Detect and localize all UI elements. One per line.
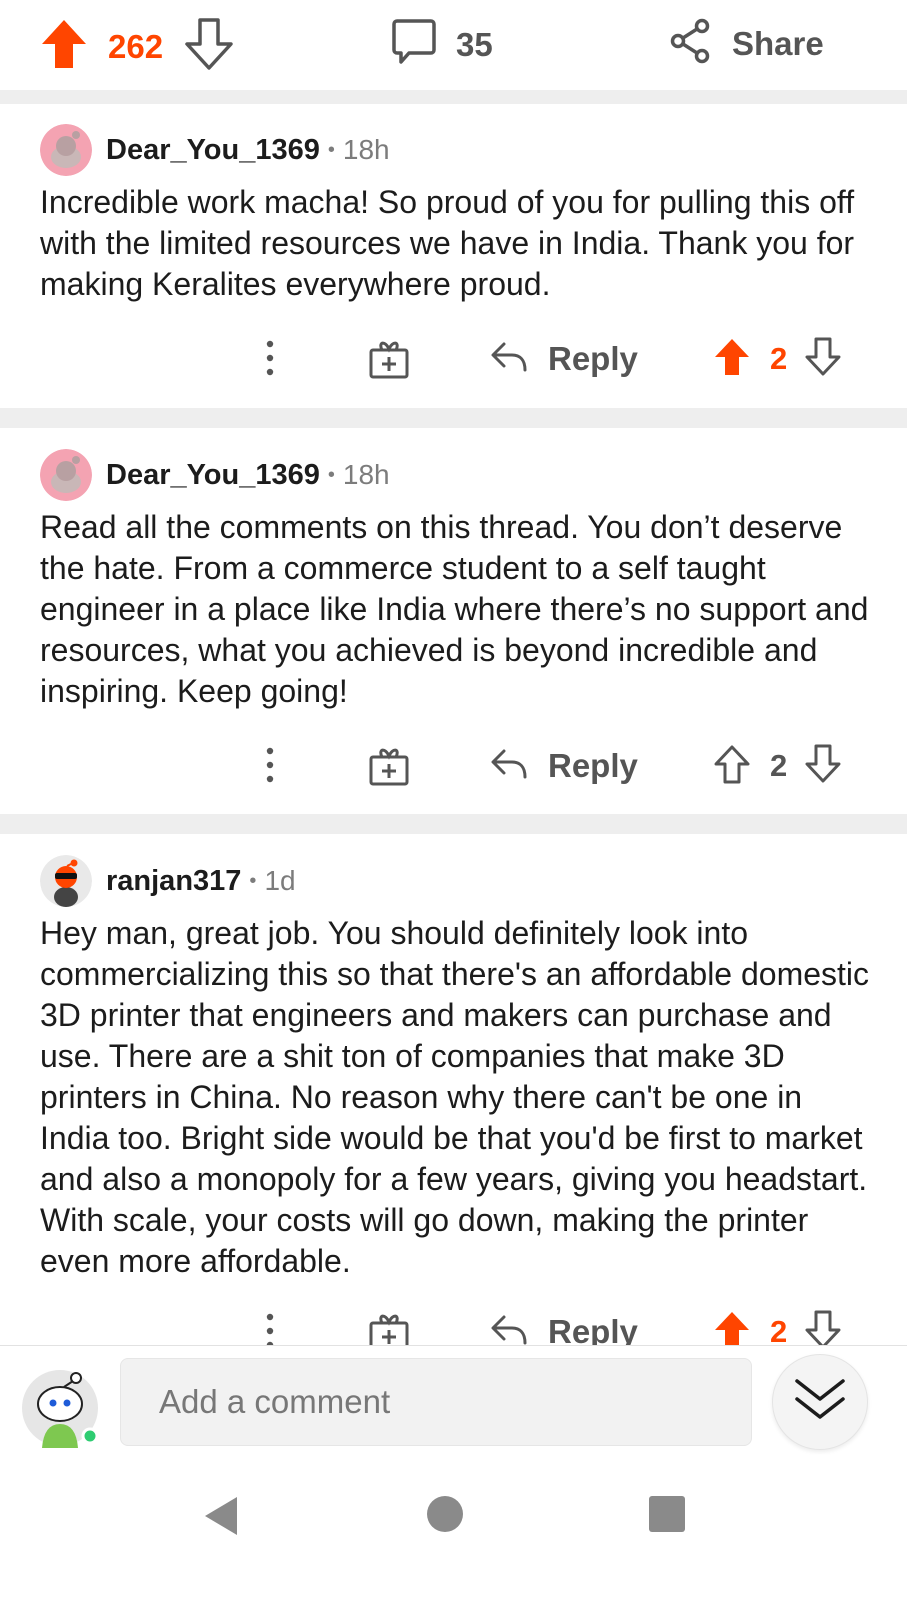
comment-actions: Reply 2 xyxy=(0,334,907,384)
comment: ranjan317 • 1d Hey man, great job. You s… xyxy=(0,855,907,1345)
add-comment-input[interactable]: Add a comment xyxy=(120,1358,752,1446)
comment-username[interactable]: Dear_You_1369 xyxy=(106,134,320,167)
share-icon xyxy=(670,18,710,69)
comment-body: Hey man, great job. You should definitel… xyxy=(40,915,870,1279)
upvote-icon[interactable] xyxy=(714,337,750,382)
award-icon[interactable] xyxy=(368,745,410,792)
avatar[interactable] xyxy=(40,449,92,501)
recents-icon[interactable] xyxy=(648,1495,686,1538)
separator xyxy=(0,408,907,428)
comment-header: Dear_You_1369 • 18h xyxy=(40,124,390,176)
upvote-icon[interactable] xyxy=(714,744,750,789)
system-nav-bar xyxy=(0,1455,907,1600)
comment-body: Incredible work macha! So proud of you f… xyxy=(40,184,855,302)
double-chevron-down-icon xyxy=(793,1375,847,1430)
comment-time: 1d xyxy=(264,865,296,896)
reply-icon xyxy=(490,748,528,785)
comment-username[interactable]: ranjan317 xyxy=(106,865,241,898)
reply-icon xyxy=(490,341,528,378)
reply-label: Reply xyxy=(548,747,638,784)
reply-button[interactable]: Reply xyxy=(490,334,638,384)
comment-icon xyxy=(392,18,436,71)
downvote-icon[interactable] xyxy=(805,1310,841,1345)
share-button[interactable]: Share xyxy=(670,18,824,69)
home-icon[interactable] xyxy=(426,1495,464,1538)
avatar[interactable] xyxy=(40,855,92,907)
separator xyxy=(0,90,907,104)
more-icon[interactable] xyxy=(262,1311,278,1345)
post-vote-count: 262 xyxy=(108,27,164,65)
share-label: Share xyxy=(732,24,824,62)
jump-next-button[interactable] xyxy=(772,1354,868,1450)
comment-vote-count: 2 xyxy=(770,1314,788,1345)
post-action-bar: 262 35 Share xyxy=(0,0,907,92)
post-comment-count: 35 xyxy=(456,25,493,63)
reply-icon xyxy=(490,1314,528,1346)
comment-time: 18h xyxy=(342,459,390,490)
reply-button[interactable]: Reply xyxy=(490,741,638,791)
post-vote-group: 262 xyxy=(40,18,233,75)
avatar[interactable] xyxy=(40,124,92,176)
comment-actions: Reply 2 xyxy=(0,1307,907,1345)
comment-vote-count: 2 xyxy=(770,341,788,376)
comment-header: Dear_You_1369 • 18h xyxy=(40,449,390,501)
comment-time: 18h xyxy=(342,134,390,165)
user-avatar[interactable] xyxy=(20,1368,100,1448)
comment: Dear_You_1369 • 18h Incredible work mach… xyxy=(0,124,907,404)
comment-vote-group: 2 xyxy=(714,741,841,791)
dot-separator: • xyxy=(327,138,335,161)
comment-actions: Reply 2 xyxy=(0,741,907,791)
dot-separator: • xyxy=(327,463,335,486)
reply-label: Reply xyxy=(548,1313,638,1345)
comment-body: Read all the comments on this thread. Yo… xyxy=(40,509,869,709)
award-icon[interactable] xyxy=(368,1311,410,1345)
downvote-icon[interactable] xyxy=(185,18,233,75)
comment: Dear_You_1369 • 18h Read all the comment… xyxy=(0,449,907,819)
comment-vote-group: 2 xyxy=(714,1307,841,1345)
separator xyxy=(0,814,907,834)
post-comments-button[interactable]: 35 xyxy=(392,18,493,71)
reply-button[interactable]: Reply xyxy=(490,1307,638,1345)
more-icon[interactable] xyxy=(262,745,278,790)
comment-username[interactable]: Dear_You_1369 xyxy=(106,459,320,492)
award-icon[interactable] xyxy=(368,338,410,385)
downvote-icon[interactable] xyxy=(805,744,841,789)
comment-vote-group: 2 xyxy=(714,334,841,384)
more-icon[interactable] xyxy=(262,338,278,383)
upvote-icon[interactable] xyxy=(40,18,88,75)
comment-composer: Add a comment xyxy=(0,1345,907,1455)
downvote-icon[interactable] xyxy=(805,337,841,382)
comment-header: ranjan317 • 1d xyxy=(40,855,296,907)
dot-separator: • xyxy=(249,869,257,892)
reply-label: Reply xyxy=(548,340,638,377)
back-icon[interactable] xyxy=(203,1495,239,1542)
upvote-icon[interactable] xyxy=(714,1310,750,1345)
comment-vote-count: 2 xyxy=(770,748,788,783)
